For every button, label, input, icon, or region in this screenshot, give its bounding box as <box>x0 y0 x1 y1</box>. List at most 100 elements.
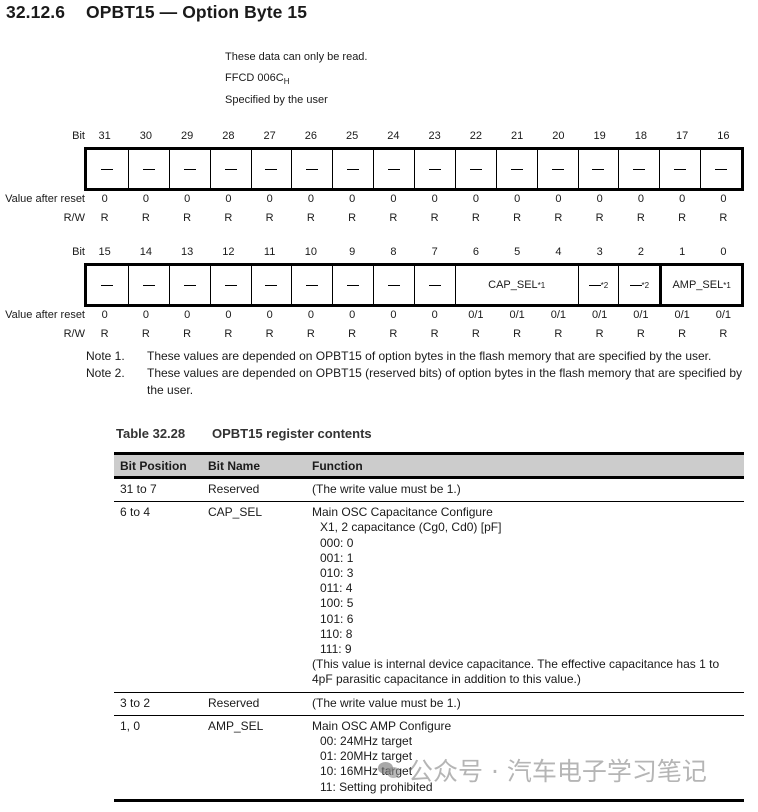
rw-value: R <box>141 328 150 340</box>
bit-number: 13 <box>181 246 194 258</box>
reset-value: 0 <box>225 193 232 205</box>
section-number: 32.12.6 <box>6 2 66 22</box>
reset-value: 0 <box>390 309 397 321</box>
rw-value: R <box>471 328 480 340</box>
rw-value: R <box>554 328 563 340</box>
meta-value: FFCD 006CH <box>225 72 289 86</box>
rw-value: R <box>348 328 357 340</box>
reserved-field <box>291 150 332 188</box>
bit-number: 18 <box>634 130 647 142</box>
rw-value: R <box>636 212 645 224</box>
reserved-dash <box>183 168 196 170</box>
rw-value: R <box>306 212 315 224</box>
reserved-dash <box>224 284 237 286</box>
bit-number: 23 <box>428 130 441 142</box>
reserved-dash <box>629 284 642 286</box>
note-2: Note 2. These values are depended on OPB… <box>86 365 742 399</box>
table-row: 3 to 2 Reserved (The write value must be 1… <box>114 692 744 716</box>
field-note-ref: *1 <box>723 280 731 290</box>
header-function: Function <box>306 452 744 479</box>
reserved-dash <box>347 168 360 170</box>
reserved-dash <box>428 284 441 286</box>
reserved-field <box>209 266 251 304</box>
function-line: Main OSC Capacitance Configure <box>312 505 493 520</box>
rw-value: R <box>595 328 604 340</box>
reserved-field <box>209 150 251 188</box>
bit-number: 11 <box>263 246 276 258</box>
rw-value: R <box>100 212 109 224</box>
bit-number: 30 <box>139 130 152 142</box>
rw-value: R <box>183 212 192 224</box>
cell-bit-name: Reserved <box>202 692 306 716</box>
bit-number: 15 <box>98 246 111 258</box>
table-title: OPBT15 register contents <box>212 426 372 441</box>
reserved-dash <box>265 168 278 170</box>
bit-number: 12 <box>222 246 235 258</box>
field-name: CAP_SEL <box>488 279 538 291</box>
meta-value: These data can only be read. <box>225 51 368 63</box>
rw-value: R <box>265 328 274 340</box>
reset-value: 0/1 <box>550 309 567 321</box>
reset-value: 0 <box>514 193 521 205</box>
reserved-field <box>700 150 741 188</box>
reserved-field <box>127 150 169 188</box>
function-line: 110: 8 <box>320 626 353 641</box>
reset-value: 0 <box>266 193 273 205</box>
reserved-dash <box>306 284 319 286</box>
bit-row-label: Bit <box>72 130 85 142</box>
register-fields-box <box>84 147 744 191</box>
bit-row-label: Bit <box>72 246 85 258</box>
bit-number: 17 <box>676 130 689 142</box>
reserved-field <box>168 266 210 304</box>
reserved-field <box>495 150 537 188</box>
field-name: AMP_SEL <box>672 279 724 291</box>
reserved-dash <box>510 168 523 170</box>
bit-number: 14 <box>139 246 152 258</box>
reserved-field <box>373 266 414 304</box>
bit-number: 10 <box>304 246 317 258</box>
note-text: These values are depended on OPBT15 (res… <box>147 366 742 397</box>
reset-value: 0 <box>390 193 397 205</box>
reset-value: 0 <box>184 309 191 321</box>
reset-value: 0/1 <box>633 309 649 321</box>
rw-value: R <box>265 212 274 224</box>
rw-value: R <box>636 328 645 340</box>
function-line: 101: 6 <box>320 611 354 626</box>
reserved-dash <box>592 168 605 170</box>
rw-value: R <box>389 328 398 340</box>
field-note-ref: *2 <box>600 280 609 290</box>
function-line: 100: 5 <box>320 596 354 611</box>
reset-value: 0 <box>431 309 438 321</box>
function-line: 011: 4 <box>320 581 353 596</box>
table-caption: Table 32.28 OPBT15 register contents <box>116 426 372 441</box>
function-line: 010: 3 <box>320 566 354 581</box>
rw-value: R <box>100 328 109 340</box>
reserved-field <box>87 150 128 188</box>
reserved-dash <box>715 168 728 170</box>
reset-value: 0 <box>101 193 108 205</box>
rw-row-label: R/W <box>63 328 85 340</box>
reserved-field <box>332 266 373 304</box>
reserved-field <box>373 150 414 188</box>
bit-number: 20 <box>552 130 565 142</box>
rw-value: R <box>719 212 728 224</box>
reset-value: 0 <box>720 193 727 205</box>
reset-value: 0/1 <box>674 309 690 321</box>
bit-number: 6 <box>472 246 479 258</box>
function-line: 000: 0 <box>320 535 354 550</box>
function-line: 00: 24MHz target <box>320 734 413 749</box>
reserved-dash <box>588 284 601 286</box>
reserved-field <box>291 266 332 304</box>
bit-number: 26 <box>304 130 317 142</box>
reset-value: 0 <box>266 309 273 321</box>
reset-value: 0 <box>637 193 644 205</box>
bit-number: 31 <box>98 130 111 142</box>
reserved-field <box>659 150 700 188</box>
table-row: 31 to 7 Reserved (The write value must be … <box>114 477 744 503</box>
function-line: (The write value must be 1.) <box>312 695 461 710</box>
function-line: 111: 9 <box>320 642 352 657</box>
reset-row-label: Value after reset <box>5 309 85 321</box>
notes: Note 1. These values are depended on OPB… <box>86 348 742 399</box>
bit-number: 29 <box>181 130 194 142</box>
cell-bit-name: CAP_SEL <box>202 501 306 693</box>
